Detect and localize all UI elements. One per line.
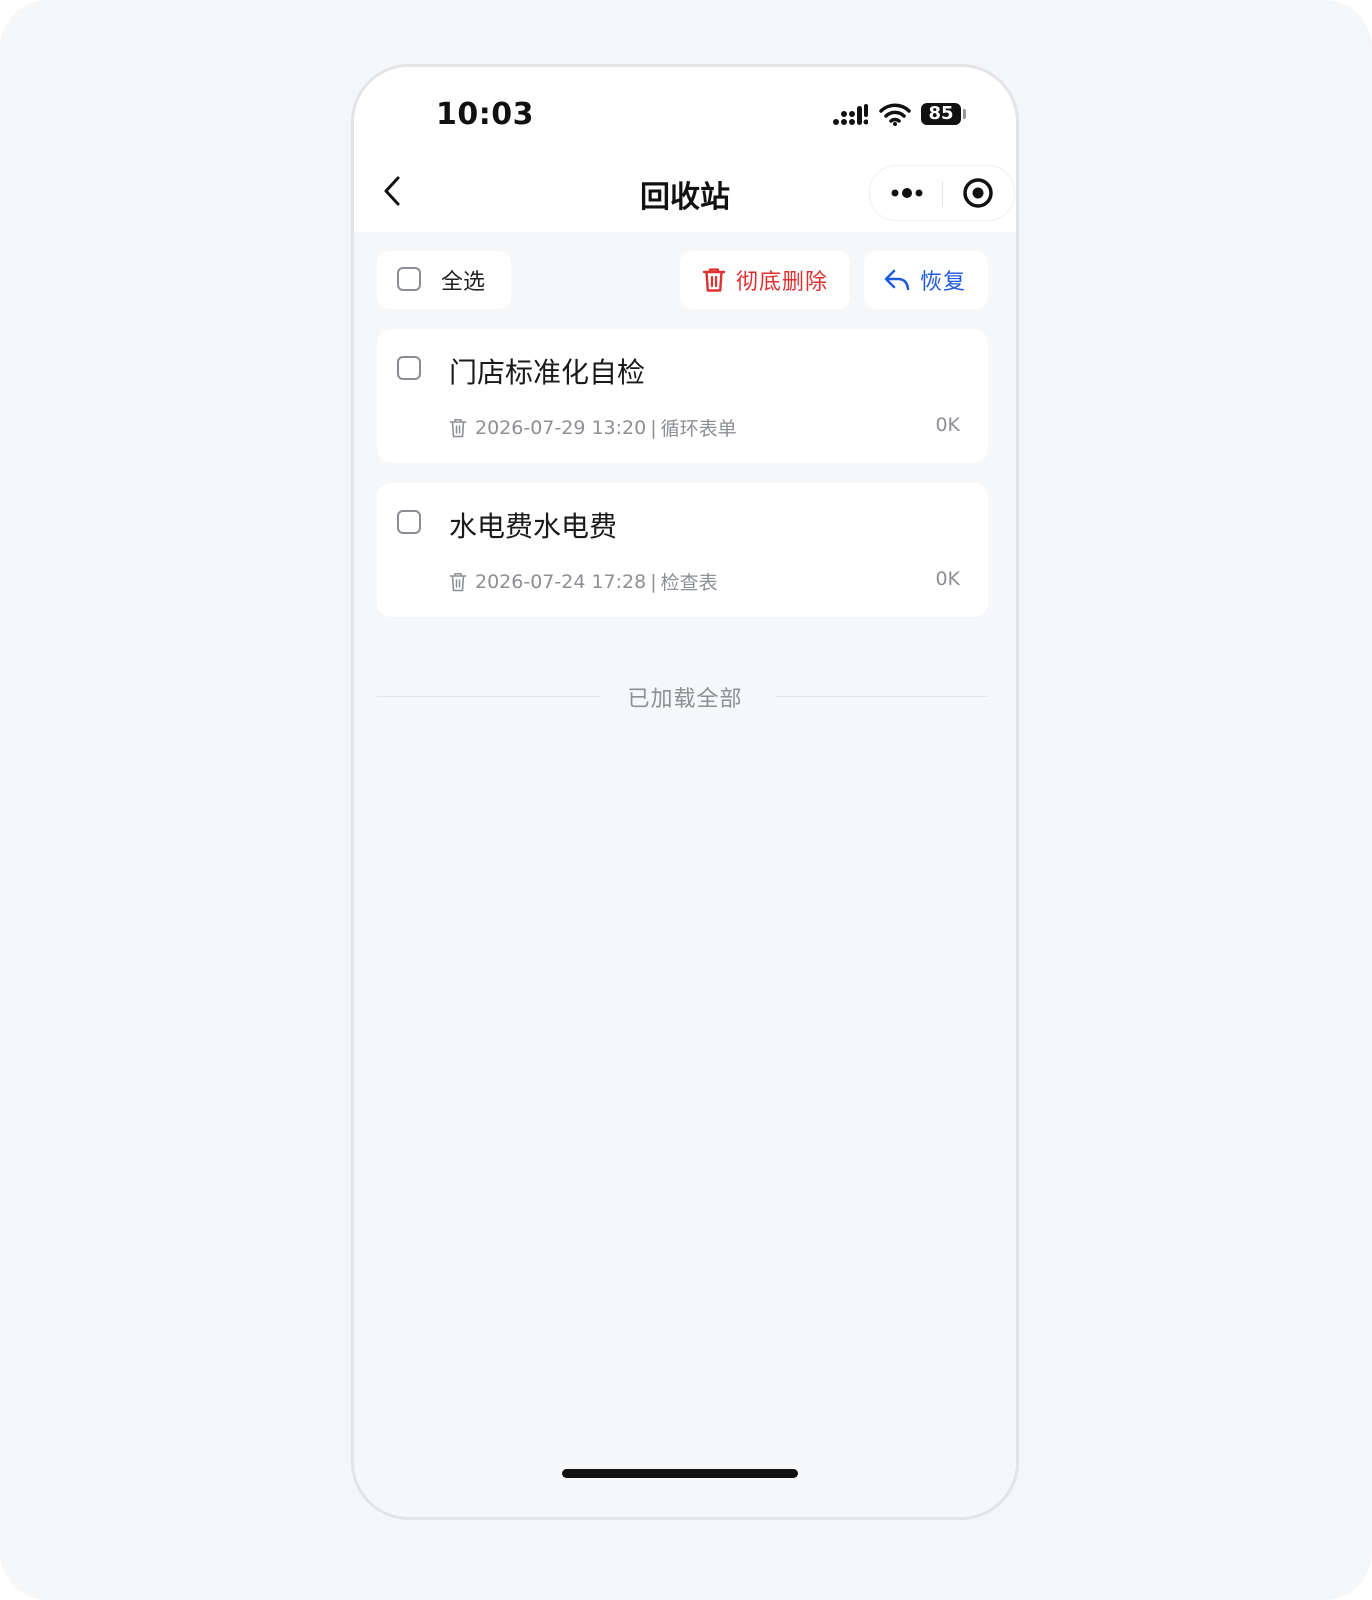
signal-icon [833,104,868,125]
load-complete-text: 已加载全部 [627,687,743,712]
list-item[interactable]: 水电费水电费 2026-07-24 17:28 | 检查表 0K [377,483,988,617]
status-time: 10:03 [436,97,534,132]
reply-arrow-icon [884,269,910,291]
item-size: 0K [935,568,960,590]
battery-cap [963,109,966,119]
item-deleted-time: 2026-07-29 13:20 [475,416,647,439]
permanent-delete-button[interactable]: 彻底删除 [680,251,850,309]
wifi-icon [879,103,911,126]
phone-frame: 10:03 85 回收站 全选 彻底删除 恢复 门店标准化自检 2026-07-… [351,64,1019,1520]
trash-icon [702,268,726,292]
meta-separator: | [650,570,657,593]
select-all-button[interactable]: 全选 [377,251,511,309]
trash-icon [449,572,467,591]
meta-separator: | [650,416,657,439]
item-checkbox[interactable] [397,356,421,380]
item-deleted-time: 2026-07-24 17:28 [475,570,647,593]
item-type: 循环表单 [660,418,737,440]
miniapp-capsule [869,165,1015,221]
list-item[interactable]: 门店标准化自检 2026-07-29 13:20 | 循环表单 0K [377,329,988,463]
battery-icon: 85 [921,103,961,125]
trash-icon [449,418,467,437]
item-meta: 2026-07-29 13:20 | 循环表单 [449,414,737,441]
target-close-icon [963,178,993,208]
item-size: 0K [935,414,960,436]
home-indicator [562,1469,798,1478]
header-area: 10:03 85 回收站 [354,67,1016,232]
item-meta: 2026-07-24 17:28 | 检查表 [449,568,718,595]
more-dots-icon [891,188,923,198]
select-all-label: 全选 [441,270,486,295]
select-all-checkbox[interactable] [397,267,421,291]
more-button[interactable] [870,166,942,220]
canvas-background: 10:03 85 回收站 全选 彻底删除 恢复 门店标准化自检 2026-07-… [0,0,1372,1600]
restore-button[interactable]: 恢复 [864,251,988,309]
item-title: 水电费水电费 [449,510,618,543]
item-type: 检查表 [660,572,718,594]
item-title: 门店标准化自检 [449,356,646,389]
miniapp-close-button[interactable] [942,166,1014,220]
restore-label: 恢复 [920,270,967,295]
permanent-delete-label: 彻底删除 [736,270,829,295]
item-checkbox[interactable] [397,510,421,534]
